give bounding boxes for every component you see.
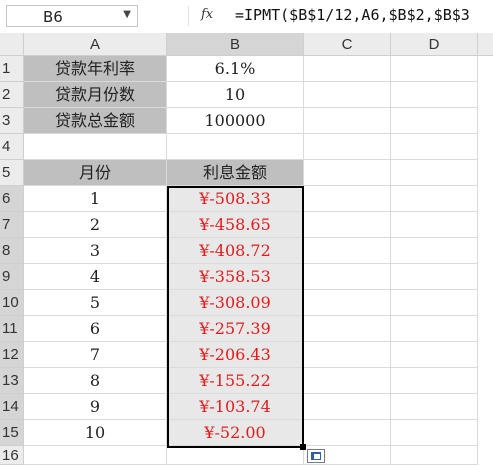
formula-bar: B6 ▼ fx =IPMT($B$1/12,A6,$B$2,$B$3 xyxy=(0,0,493,34)
column-header-e[interactable] xyxy=(478,33,493,56)
month-cell[interactable]: 2 xyxy=(24,212,167,238)
cell-c4[interactable] xyxy=(304,134,391,160)
row-header-3[interactable]: 3 xyxy=(0,108,24,134)
cell-c11[interactable] xyxy=(304,316,391,342)
cell-b16[interactable] xyxy=(167,446,304,465)
loan-rate-value[interactable]: 6.1% xyxy=(167,56,304,82)
month-cell[interactable]: 10 xyxy=(24,420,167,446)
cell-c5[interactable] xyxy=(304,160,391,186)
cell-d16[interactable] xyxy=(391,446,478,465)
loan-months-label[interactable]: 贷款月份数 xyxy=(24,82,167,108)
interest-cell[interactable]: ¥-52.00 xyxy=(167,420,304,446)
month-cell[interactable]: 3 xyxy=(24,238,167,264)
formula-input[interactable]: =IPMT($B$1/12,A6,$B$2,$B$3 xyxy=(235,6,470,24)
select-all-corner[interactable] xyxy=(0,33,24,56)
interest-cell[interactable]: ¥-155.22 xyxy=(167,368,304,394)
cell-c3[interactable] xyxy=(304,108,391,134)
column-header-c[interactable]: C xyxy=(304,33,391,56)
month-cell[interactable]: 4 xyxy=(24,264,167,290)
row-header-5[interactable]: 5 xyxy=(0,160,24,186)
cell-a4[interactable] xyxy=(24,134,167,160)
cell-d7[interactable] xyxy=(391,212,478,238)
row-header-11[interactable]: 11 xyxy=(0,316,24,342)
cell-d5[interactable] xyxy=(391,160,478,186)
month-cell[interactable]: 5 xyxy=(24,290,167,316)
interest-cell[interactable]: ¥-408.72 xyxy=(167,238,304,264)
row-header-1[interactable]: 1 xyxy=(0,56,24,82)
row-header-15[interactable]: 15 xyxy=(0,420,24,446)
cell-b4[interactable] xyxy=(167,134,304,160)
loan-months-value[interactable]: 10 xyxy=(167,82,304,108)
cell-d6[interactable] xyxy=(391,186,478,212)
row-header-13[interactable]: 13 xyxy=(0,368,24,394)
cell-c13[interactable] xyxy=(304,368,391,394)
cell-d13[interactable] xyxy=(391,368,478,394)
interest-cell[interactable]: ¥-358.53 xyxy=(167,264,304,290)
row-header-2[interactable]: 2 xyxy=(0,82,24,108)
cell-d10[interactable] xyxy=(391,290,478,316)
name-box[interactable]: B6 ▼ xyxy=(6,5,138,27)
fill-handle[interactable] xyxy=(300,444,306,450)
quick-analysis-button[interactable] xyxy=(307,449,325,463)
month-cell[interactable]: 9 xyxy=(24,394,167,420)
cell-d1[interactable] xyxy=(391,56,478,82)
cell-d8[interactable] xyxy=(391,238,478,264)
cell-c15[interactable] xyxy=(304,420,391,446)
cell-c2[interactable] xyxy=(304,82,391,108)
quick-analysis-icon-inner xyxy=(314,454,320,459)
cell-c8[interactable] xyxy=(304,238,391,264)
loan-rate-label[interactable]: 贷款年利率 xyxy=(24,56,167,82)
cell-c7[interactable] xyxy=(304,212,391,238)
cell-c1[interactable] xyxy=(304,56,391,82)
month-cell[interactable]: 6 xyxy=(24,316,167,342)
cell-d9[interactable] xyxy=(391,264,478,290)
cell-c12[interactable] xyxy=(304,342,391,368)
interest-cell[interactable]: ¥-458.65 xyxy=(167,212,304,238)
cell-d3[interactable] xyxy=(391,108,478,134)
interest-cell[interactable]: ¥-308.09 xyxy=(167,290,304,316)
cell-d4[interactable] xyxy=(391,134,478,160)
row-header-8[interactable]: 8 xyxy=(0,238,24,264)
cell-c10[interactable] xyxy=(304,290,391,316)
cell-d14[interactable] xyxy=(391,394,478,420)
cell-d2[interactable] xyxy=(391,82,478,108)
interest-cell[interactable]: ¥-257.39 xyxy=(167,316,304,342)
interest-cell[interactable]: ¥-103.74 xyxy=(167,394,304,420)
column-header-a[interactable]: A xyxy=(24,33,167,56)
row-header-7[interactable]: 7 xyxy=(0,212,24,238)
formula-bar-separator xyxy=(188,6,189,26)
column-header-d[interactable]: D xyxy=(391,33,478,56)
month-cell[interactable]: 7 xyxy=(24,342,167,368)
cell-c6[interactable] xyxy=(304,186,391,212)
cell-c9[interactable] xyxy=(304,264,391,290)
row-header-14[interactable]: 14 xyxy=(0,394,24,420)
row-header-10[interactable]: 10 xyxy=(0,290,24,316)
header-month[interactable]: 月份 xyxy=(24,160,167,186)
cell-a16[interactable] xyxy=(24,446,167,465)
insert-function-icon[interactable]: fx xyxy=(201,7,213,22)
header-interest[interactable]: 利息金额 xyxy=(167,160,304,186)
loan-amount-label[interactable]: 贷款总金额 xyxy=(24,108,167,134)
month-cell[interactable]: 8 xyxy=(24,368,167,394)
row-header-9[interactable]: 9 xyxy=(0,264,24,290)
cell-d15[interactable] xyxy=(391,420,478,446)
row-header-4[interactable]: 4 xyxy=(0,134,24,160)
interest-cell[interactable]: ¥-508.33 xyxy=(167,186,304,212)
row-header-12[interactable]: 12 xyxy=(0,342,24,368)
cell-c14[interactable] xyxy=(304,394,391,420)
cell-d11[interactable] xyxy=(391,316,478,342)
loan-amount-value[interactable]: 100000 xyxy=(167,108,304,134)
row-header-6[interactable]: 6 xyxy=(0,186,24,212)
column-header-b[interactable]: B xyxy=(167,33,304,56)
interest-cell[interactable]: ¥-206.43 xyxy=(167,342,304,368)
row-header-16[interactable]: 16 xyxy=(0,446,24,465)
month-cell[interactable]: 1 xyxy=(24,186,167,212)
name-box-value: B6 xyxy=(43,8,63,26)
cell-d12[interactable] xyxy=(391,342,478,368)
name-box-dropdown-icon[interactable]: ▼ xyxy=(123,9,131,20)
